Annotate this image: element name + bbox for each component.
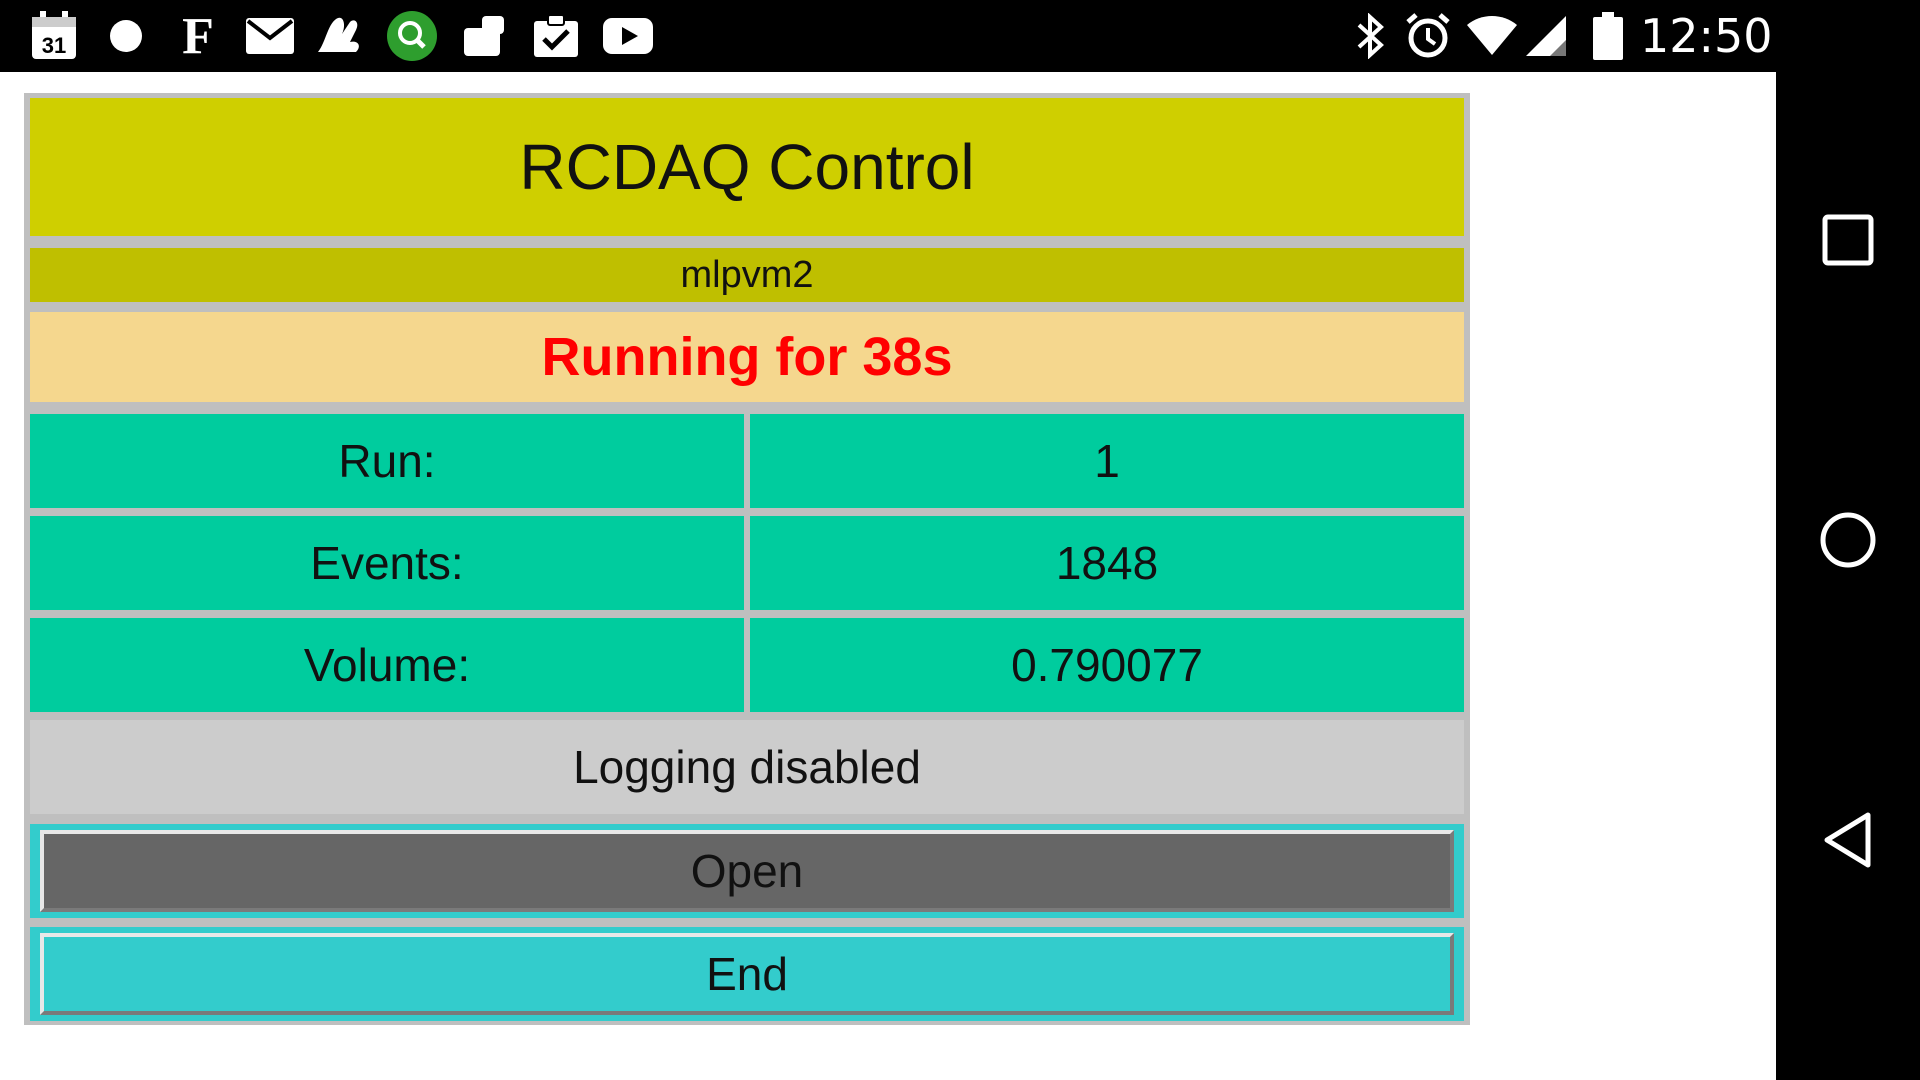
host-name: mlpvm2: [30, 248, 1464, 302]
home-button[interactable]: [1776, 480, 1920, 600]
calendar-icon: 31: [28, 10, 80, 62]
navigation-bar: [1776, 0, 1920, 1080]
page-title: RCDAQ Control: [30, 98, 1464, 236]
search-icon: [386, 10, 438, 62]
volume-label: Volume:: [30, 618, 744, 712]
youtube-icon: [602, 10, 654, 62]
open-button-cell: Open: [30, 824, 1464, 918]
news-icon: F: [172, 8, 224, 65]
run-label: Run:: [30, 414, 744, 508]
clipboard-check-icon: [530, 10, 582, 62]
volume-value: 0.790077: [750, 618, 1464, 712]
dropbox-icon: [458, 10, 510, 62]
back-button[interactable]: [1776, 780, 1920, 900]
events-value: 1848: [750, 516, 1464, 610]
circle-icon: [100, 10, 152, 62]
status-bar: 31 F 12:50: [0, 0, 1776, 72]
open-button[interactable]: Open: [40, 830, 1454, 912]
cell-signal-icon: [1520, 10, 1572, 62]
recents-icon: [1822, 214, 1874, 266]
back-icon: [1824, 812, 1871, 868]
end-button-cell: End: [30, 927, 1464, 1021]
battery-icon: [1582, 10, 1634, 62]
rcdaq-control-panel: RCDAQ Control mlpvm2 Running for 38s Run…: [24, 93, 1470, 1025]
clock: 12:50: [1640, 9, 1773, 63]
run-status: Running for 38s: [30, 312, 1464, 402]
bluetooth-icon: [1344, 10, 1396, 62]
run-value: 1: [750, 414, 1464, 508]
calendar-day: 31: [42, 33, 66, 58]
recents-button[interactable]: [1776, 180, 1920, 300]
mail-icon: [244, 10, 296, 62]
news-letter: F: [182, 7, 214, 65]
alarm-icon: [1402, 10, 1454, 62]
home-icon: [1820, 512, 1876, 568]
end-button[interactable]: End: [40, 933, 1454, 1015]
wifi-icon: [1466, 10, 1518, 62]
hand-icon: [314, 10, 366, 62]
events-label: Events:: [30, 516, 744, 610]
logging-status: Logging disabled: [30, 720, 1464, 814]
